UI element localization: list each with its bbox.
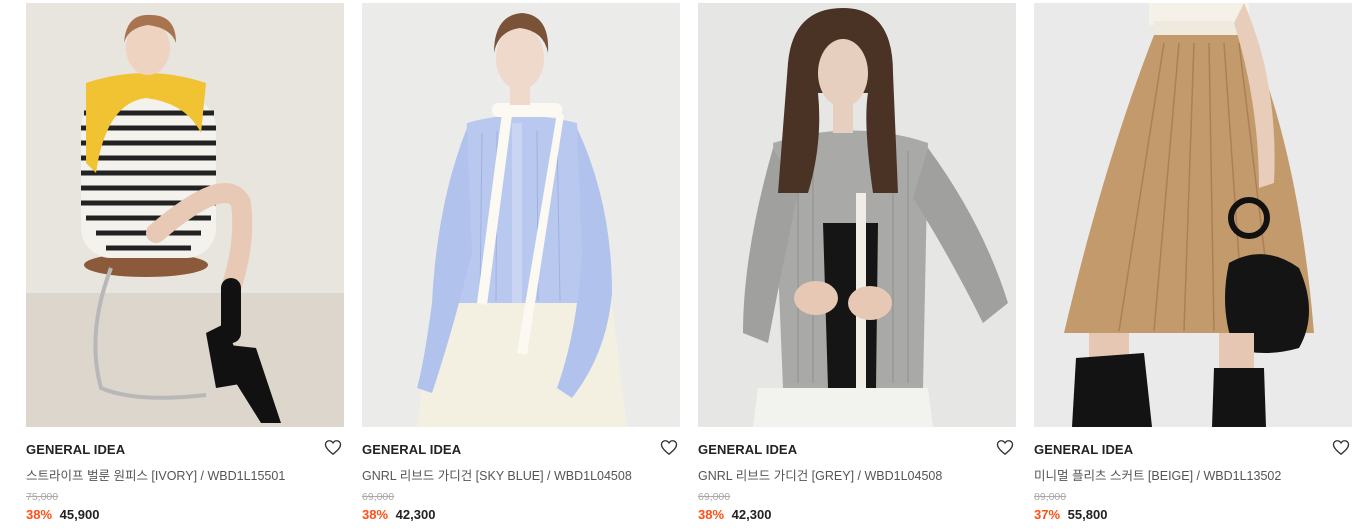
sale-price: 55,800: [1067, 507, 1108, 522]
heart-outline-icon[interactable]: [1332, 439, 1350, 456]
heart-outline-icon[interactable]: [324, 439, 342, 456]
original-price: 69,000: [362, 491, 395, 503]
product-name[interactable]: GNRL 리브드 가디건 [GREY] / WBD1L04508: [698, 465, 942, 484]
product-info: GENERAL IDEA 스트라이프 벌룬 원피스 [IVORY] / WBD1…: [26, 427, 344, 531]
price-line: 38% 42,300: [362, 507, 435, 522]
brand-name[interactable]: GENERAL IDEA: [26, 442, 125, 457]
sale-price: 45,900: [59, 507, 100, 522]
brand-name[interactable]: GENERAL IDEA: [1034, 442, 1133, 457]
price-line: 38% 42,300: [698, 507, 771, 522]
discount-rate: 38%: [26, 507, 53, 522]
discount-rate: 38%: [362, 507, 389, 522]
product-image[interactable]: [362, 3, 680, 427]
product-info: GENERAL IDEA GNRL 리브드 가디건 [GREY] / WBD1L…: [698, 427, 1016, 531]
product-card[interactable]: GENERAL IDEA 스트라이프 벌룬 원피스 [IVORY] / WBD1…: [26, 3, 344, 531]
product-info: GENERAL IDEA GNRL 리브드 가디건 [SKY BLUE] / W…: [362, 427, 680, 531]
sale-price: 42,300: [395, 507, 436, 522]
product-image[interactable]: [1034, 3, 1352, 427]
product-card[interactable]: GENERAL IDEA 미니멀 플리츠 스커트 [BEIGE] / WBD1L…: [1034, 3, 1352, 531]
price-line: 37% 55,800: [1034, 507, 1107, 522]
product-card[interactable]: GENERAL IDEA GNRL 리브드 가디건 [SKY BLUE] / W…: [362, 3, 680, 531]
brand-name[interactable]: GENERAL IDEA: [698, 442, 797, 457]
discount-rate: 38%: [698, 507, 725, 522]
price-line: 38% 45,900: [26, 507, 99, 522]
product-card[interactable]: GENERAL IDEA GNRL 리브드 가디건 [GREY] / WBD1L…: [698, 3, 1016, 531]
original-price: 75,000: [26, 491, 59, 503]
sale-price: 42,300: [731, 507, 772, 522]
product-grid: GENERAL IDEA 스트라이프 벌룬 원피스 [IVORY] / WBD1…: [26, 3, 1352, 531]
original-price: 89,000: [1034, 491, 1067, 503]
discount-rate: 37%: [1034, 507, 1061, 522]
brand-name[interactable]: GENERAL IDEA: [362, 442, 461, 457]
product-name[interactable]: 스트라이프 벌룬 원피스 [IVORY] / WBD1L15501: [26, 465, 285, 484]
product-image[interactable]: [26, 3, 344, 427]
product-info: GENERAL IDEA 미니멀 플리츠 스커트 [BEIGE] / WBD1L…: [1034, 427, 1352, 531]
heart-outline-icon[interactable]: [996, 439, 1014, 456]
product-image[interactable]: [698, 3, 1016, 427]
product-name[interactable]: GNRL 리브드 가디건 [SKY BLUE] / WBD1L04508: [362, 465, 632, 484]
original-price: 69,000: [698, 491, 731, 503]
product-name[interactable]: 미니멀 플리츠 스커트 [BEIGE] / WBD1L13502: [1034, 465, 1281, 484]
heart-outline-icon[interactable]: [660, 439, 678, 456]
